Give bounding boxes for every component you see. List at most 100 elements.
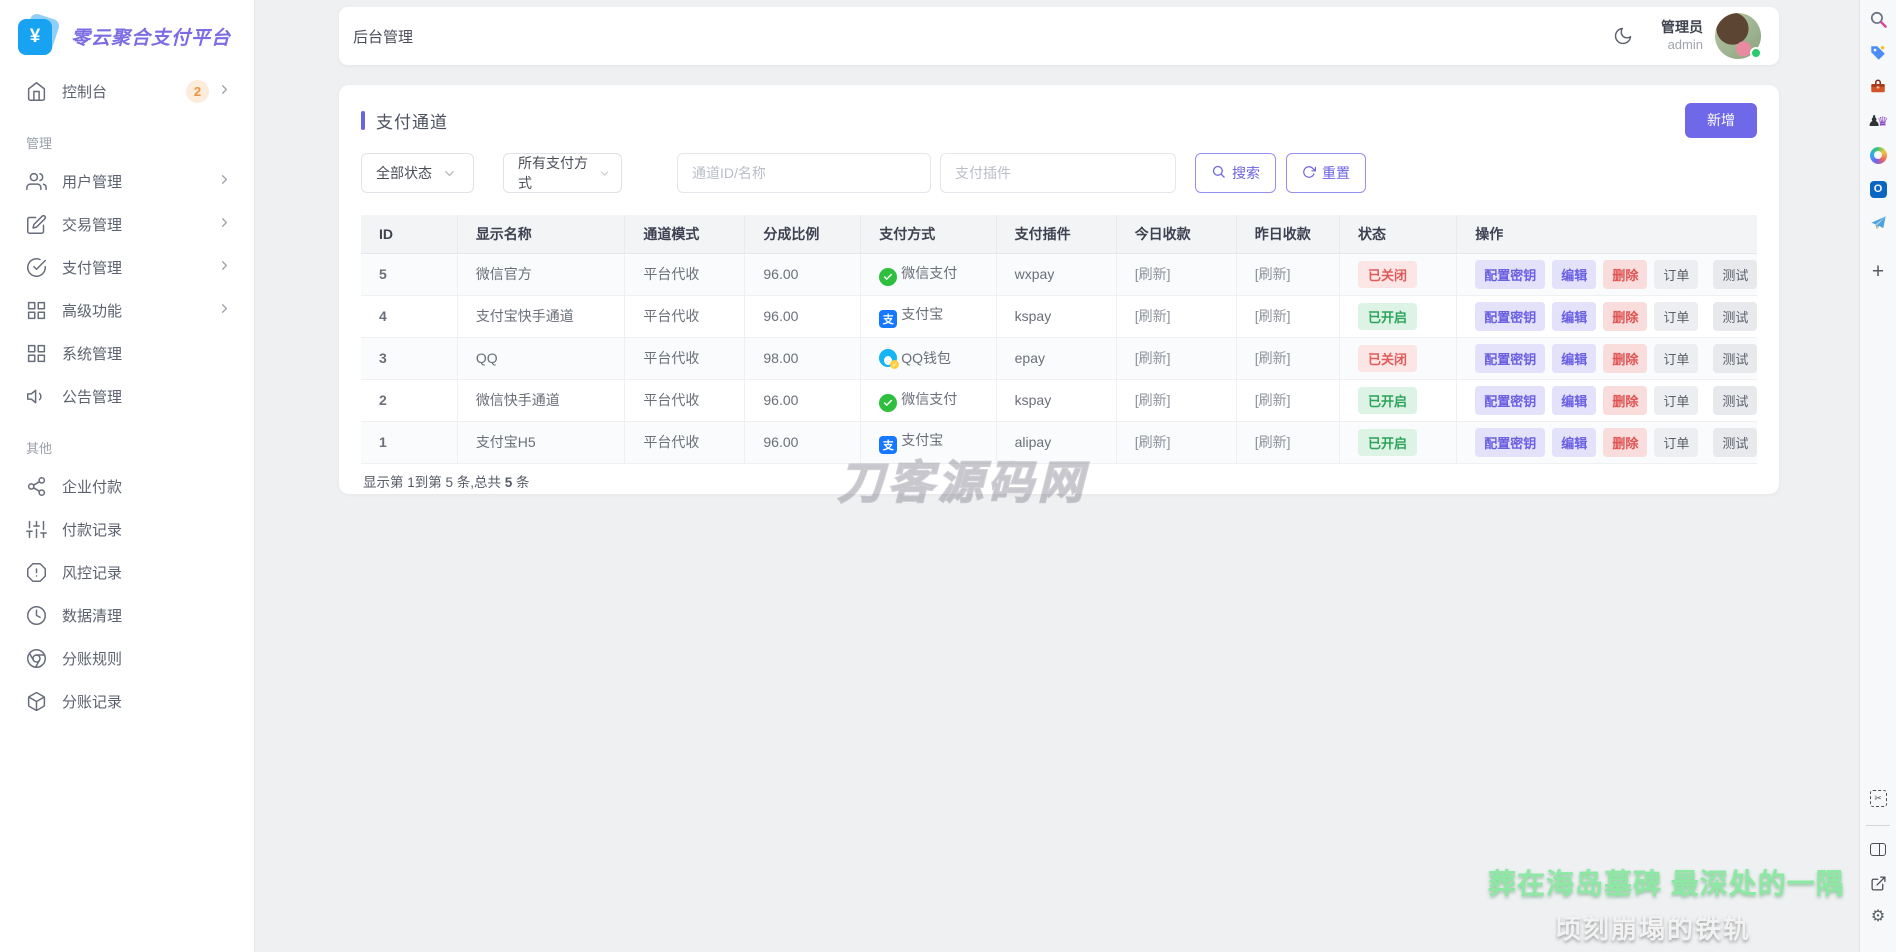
sidebar-item-enterprise-payment[interactable]: 企业付款 (0, 465, 254, 508)
clock-icon (26, 605, 47, 626)
search-button[interactable]: 搜索 (1195, 153, 1276, 193)
column-header-pay-plugin: 支付插件 (996, 215, 1116, 253)
sidebar-item-trade-management[interactable]: 交易管理 (0, 203, 254, 246)
chevron-right-icon (217, 258, 232, 278)
sidebar-item-system-management[interactable]: 系统管理 (0, 332, 254, 375)
split-view-icon[interactable] (1867, 838, 1889, 860)
config-key-button[interactable]: 配置密钥 (1475, 428, 1545, 457)
add-button[interactable]: 新增 (1685, 103, 1757, 138)
cell-today-income: [刷新] (1116, 295, 1236, 337)
column-header-pay-method: 支付方式 (861, 215, 996, 253)
avatar[interactable] (1715, 13, 1761, 59)
channel-id-input[interactable] (677, 153, 931, 193)
sidebar-item-split-records[interactable]: 分账记录 (0, 680, 254, 723)
cell-pay-plugin: epay (996, 337, 1116, 379)
column-header-today-income: 今日收款 (1116, 215, 1236, 253)
sidebar-item-risk-control-records[interactable]: 风控记录 (0, 551, 254, 594)
delete-button[interactable]: 删除 (1603, 302, 1647, 331)
delete-button[interactable]: 删除 (1603, 344, 1647, 373)
sidebar-item-label: 分账规则 (62, 648, 122, 669)
settings-icon[interactable]: ⚙ (1867, 906, 1889, 928)
edit-button[interactable]: 编辑 (1552, 302, 1596, 331)
test-button[interactable]: 测试 (1713, 344, 1757, 373)
yesterday-income-refresh-link[interactable]: [刷新] (1255, 350, 1291, 366)
chrome-icon (26, 648, 47, 669)
tag-icon[interactable] (1867, 42, 1889, 64)
edit-button[interactable]: 编辑 (1552, 344, 1596, 373)
sidebar-item-payment-management[interactable]: 支付管理 (0, 246, 254, 289)
delete-button[interactable]: 删除 (1603, 428, 1647, 457)
cell-yesterday-income: [刷新] (1236, 295, 1339, 337)
moon-icon[interactable] (1613, 25, 1635, 47)
status-badge: 已开启 (1358, 303, 1417, 330)
plugin-input[interactable] (940, 153, 1176, 193)
telegram-icon[interactable] (1867, 212, 1889, 234)
cell-yesterday-income: [刷新] (1236, 253, 1339, 295)
chevron-down-icon (598, 167, 611, 180)
edit-button[interactable]: 编辑 (1552, 428, 1596, 457)
sidebar-item-label: 交易管理 (62, 214, 122, 235)
sidebar-item-announcement-management[interactable]: 公告管理 (0, 375, 254, 418)
today-income-refresh-link[interactable]: [刷新] (1135, 434, 1171, 450)
edit-button[interactable]: 编辑 (1552, 386, 1596, 415)
test-button[interactable]: 测试 (1713, 428, 1757, 457)
pay-method-select[interactable]: 所有支付方式 (503, 153, 622, 193)
cell-display-name: 微信官方 (457, 253, 625, 295)
add-icon[interactable]: + (1867, 260, 1889, 282)
order-button[interactable]: 订单 (1654, 344, 1698, 373)
cell-channel-mode: 平台代收 (625, 421, 745, 463)
yesterday-income-refresh-link[interactable]: [刷新] (1255, 434, 1291, 450)
yesterday-income-refresh-link[interactable]: [刷新] (1255, 308, 1291, 324)
cell-id: 5 (361, 253, 457, 295)
status-select[interactable]: 全部状态 (361, 153, 474, 193)
config-key-button[interactable]: 配置密钥 (1475, 344, 1545, 373)
reset-button[interactable]: 重置 (1286, 153, 1366, 193)
loop-icon[interactable] (1867, 144, 1889, 166)
sidebar-item-console[interactable]: 控制台2 (0, 70, 254, 113)
order-button[interactable]: 订单 (1654, 260, 1698, 289)
test-button[interactable]: 测试 (1713, 386, 1757, 415)
cell-display-name: QQ (457, 337, 625, 379)
cell-split-ratio: 96.00 (745, 379, 861, 421)
test-button[interactable]: 测试 (1713, 302, 1757, 331)
today-income-refresh-link[interactable]: [刷新] (1135, 392, 1171, 408)
yesterday-income-refresh-link[interactable]: [刷新] (1255, 266, 1291, 282)
order-button[interactable]: 订单 (1654, 302, 1698, 331)
page-title: 后台管理 (353, 26, 413, 47)
sidebar-item-user-management[interactable]: 用户管理 (0, 160, 254, 203)
sidebar: ¥ 零云聚合支付平台 控制台2管理用户管理交易管理支付管理高级功能系统管理公告管… (0, 0, 255, 952)
outlook-icon[interactable]: O (1867, 178, 1889, 200)
panel-title-wrap: 支付通道 (361, 108, 448, 133)
search-icon[interactable] (1867, 8, 1889, 30)
alert-octagon-icon (26, 562, 47, 583)
order-button[interactable]: 订单 (1654, 386, 1698, 415)
chess-icon[interactable]: ♟♛ (1867, 110, 1889, 132)
toolbox-icon[interactable] (1867, 76, 1889, 98)
config-key-button[interactable]: 配置密钥 (1475, 386, 1545, 415)
volume-icon (26, 386, 47, 407)
today-income-refresh-link[interactable]: [刷新] (1135, 308, 1171, 324)
edit-button[interactable]: 编辑 (1552, 260, 1596, 289)
yesterday-income-refresh-link[interactable]: [刷新] (1255, 392, 1291, 408)
config-key-button[interactable]: 配置密钥 (1475, 302, 1545, 331)
delete-button[interactable]: 删除 (1603, 386, 1647, 415)
cell-display-name: 支付宝快手通道 (457, 295, 625, 337)
video-subtitles: 葬在海岛墓碑 最深处的一隅 顷刻崩塌的铁轨 (1488, 862, 1818, 946)
sidebar-item-advanced-features[interactable]: 高级功能 (0, 289, 254, 332)
wechat-pay-icon (879, 394, 897, 412)
sidebar-item-split-rules[interactable]: 分账规则 (0, 637, 254, 680)
table-row-channel-4: 4支付宝快手通道平台代收96.00支支付宝kspay[刷新][刷新]已开启配置密… (361, 295, 1757, 337)
snip-icon[interactable]: ✂ (1867, 787, 1889, 809)
order-button[interactable]: 订单 (1654, 428, 1698, 457)
external-link-icon[interactable] (1867, 872, 1889, 894)
sidebar-item-data-cleanup[interactable]: 数据清理 (0, 594, 254, 637)
cell-channel-mode: 平台代收 (625, 337, 745, 379)
sidebar-item-payment-records[interactable]: 付款记录 (0, 508, 254, 551)
today-income-refresh-link[interactable]: [刷新] (1135, 350, 1171, 366)
test-button[interactable]: 测试 (1713, 260, 1757, 289)
grid-icon (26, 300, 47, 321)
delete-button[interactable]: 删除 (1603, 260, 1647, 289)
status-select-value: 全部状态 (376, 163, 432, 183)
today-income-refresh-link[interactable]: [刷新] (1135, 266, 1171, 282)
config-key-button[interactable]: 配置密钥 (1475, 260, 1545, 289)
